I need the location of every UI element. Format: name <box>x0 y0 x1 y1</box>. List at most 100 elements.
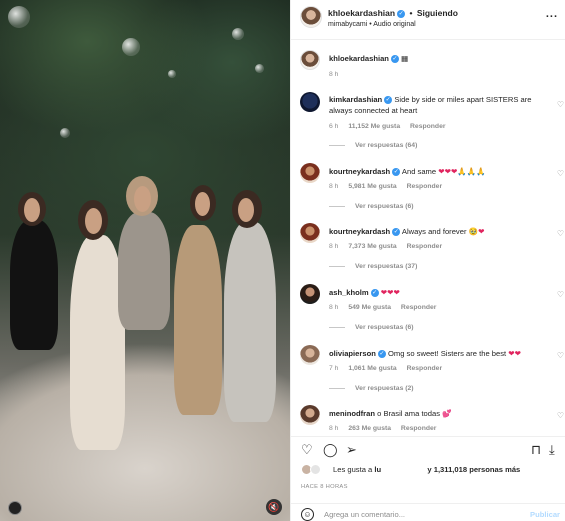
emoji: ❤❤ <box>508 349 522 358</box>
post-details-panel: khloekardashian ✓ • Siguiendo mimabycami … <box>290 0 565 521</box>
person-face <box>134 186 151 212</box>
avatar[interactable] <box>300 405 320 425</box>
verified-icon: ✓ <box>392 168 401 176</box>
replies-label: Ver respuestas (2) <box>355 385 414 392</box>
follow-status-button[interactable]: Siguiendo <box>417 8 458 18</box>
reply-button[interactable]: Responder <box>407 243 443 250</box>
caption-username[interactable]: khloekardashian <box>329 54 389 63</box>
comment-username[interactable]: ash_kholm <box>329 288 369 297</box>
user-tag-icon[interactable] <box>8 501 22 515</box>
heart-icon[interactable]: ♡ <box>557 169 564 178</box>
caption-content: ▦ <box>401 54 409 63</box>
more-icon[interactable]: ... <box>546 8 558 20</box>
person-figure <box>174 225 222 415</box>
post-actions-bar: ♡ ◯ ➢ ⊓ ⤓ <box>291 436 565 462</box>
avatar[interactable] <box>300 284 320 304</box>
audio-link[interactable]: mimabycami • Audio original <box>328 21 416 28</box>
username-link[interactable]: khloekardashian <box>328 8 395 18</box>
bubble-decoration <box>232 28 244 40</box>
avatar[interactable] <box>300 92 320 112</box>
post-timestamp: HACE 8 HORAS <box>301 484 348 490</box>
reply-button[interactable]: Responder <box>407 183 443 190</box>
download-icon[interactable]: ⤓ <box>549 443 555 457</box>
caption-text: khloekardashian ✓ ▦ <box>329 53 546 64</box>
view-replies-button[interactable]: Ver respuestas (6) <box>329 203 414 210</box>
add-comment-bar: ☺ Agrega un comentario... Publicar <box>291 503 565 521</box>
bubble-decoration <box>60 128 70 138</box>
view-replies-button[interactable]: Ver respuestas (37) <box>329 263 417 270</box>
comment-likes[interactable]: 263 Me gusta <box>348 425 391 432</box>
publish-button[interactable]: Publicar <box>530 510 560 519</box>
header-username-row: khloekardashian ✓ • Siguiendo <box>328 8 458 18</box>
comment-likes[interactable]: 7,373 Me gusta <box>348 243 396 250</box>
comment-likes[interactable]: 1,061 Me gusta <box>348 365 396 372</box>
likes-prefix: Les gusta a <box>333 465 373 474</box>
comment-text: kourtneykardash ✓ Always and forever 🥹❤ <box>329 226 546 237</box>
comment-username[interactable]: oliviapierson <box>329 349 376 358</box>
separator: • <box>409 8 413 18</box>
reply-button[interactable]: Responder <box>401 425 437 432</box>
heart-icon[interactable]: ♡ <box>301 443 313 457</box>
bubble-decoration <box>255 64 264 73</box>
avatar[interactable] <box>300 223 320 243</box>
comment-username[interactable]: kimkardashian <box>329 95 382 104</box>
heart-icon[interactable]: ♡ <box>557 290 564 299</box>
liked-by-user[interactable]: lu <box>374 465 381 474</box>
comment-likes[interactable]: 549 Me gusta <box>348 304 391 311</box>
post-photo[interactable]: 🔇 <box>0 0 290 521</box>
bubble-decoration <box>168 70 176 78</box>
volume-muted-icon[interactable]: 🔇 <box>266 499 282 515</box>
reply-button[interactable]: Responder <box>401 304 437 311</box>
replies-label: Ver respuestas (64) <box>355 142 418 149</box>
heart-icon[interactable]: ♡ <box>557 100 564 109</box>
comment-time: 8 h <box>329 243 339 250</box>
replies-label: Ver respuestas (37) <box>355 263 418 270</box>
verified-icon: ✓ <box>392 228 401 236</box>
likes-count[interactable]: y 1,311,018 personas más <box>427 465 520 474</box>
comment-username[interactable]: meninodfran <box>329 409 375 418</box>
comment-input[interactable]: Agrega un comentario... <box>324 510 405 519</box>
comment-icon[interactable]: ◯ <box>323 443 338 457</box>
comment-content: Always and forever <box>401 227 467 236</box>
share-icon[interactable]: ➢ <box>346 443 357 457</box>
heart-icon[interactable]: ♡ <box>557 351 564 360</box>
comment-meta: 8 h 549 Me gusta Responder <box>329 304 444 311</box>
comment-text: oliviapierson ✓ Omg so sweet! Sisters are… <box>329 348 546 359</box>
view-replies-button[interactable]: Ver respuestas (64) <box>329 142 417 149</box>
comment-likes[interactable]: 5,981 Me gusta <box>348 183 396 190</box>
person-figure <box>224 222 276 422</box>
avatar[interactable] <box>300 345 320 365</box>
bookmark-icon[interactable]: ⊓ <box>531 443 541 457</box>
emoji: 💕 <box>442 409 452 418</box>
comment-item: meninodfran o Brasil ama todas 💕 8 h 263… <box>291 405 565 436</box>
view-replies-button[interactable]: Ver respuestas (6) <box>329 324 414 331</box>
avatar[interactable] <box>300 163 320 183</box>
emoji: 🥹❤ <box>468 227 485 236</box>
person-figure <box>70 235 125 450</box>
emoji: ❤❤❤ <box>380 288 400 297</box>
comment-time: 6 h <box>329 123 339 130</box>
heart-icon[interactable]: ♡ <box>557 411 564 420</box>
view-replies-button[interactable]: Ver respuestas (2) <box>329 385 414 392</box>
comment-likes[interactable]: 11,152 Me gusta <box>348 123 400 130</box>
divider <box>329 205 345 207</box>
divider <box>329 265 345 267</box>
person-face <box>85 208 102 234</box>
avatar[interactable] <box>300 50 320 70</box>
verified-icon: ✓ <box>384 96 393 104</box>
person-face <box>195 192 210 216</box>
replies-label: Ver respuestas (6) <box>355 203 414 210</box>
comment-meta: 7 h 1,061 Me gusta Responder <box>329 365 450 372</box>
comment-username[interactable]: kourtneykardash <box>329 227 390 236</box>
comment-text: kourtneykardash ✓ And same ❤❤❤🙏🙏🙏 <box>329 166 546 177</box>
comment-content: Omg so sweet! Sisters are the best <box>387 349 507 358</box>
heart-icon[interactable]: ♡ <box>557 229 564 238</box>
reply-button[interactable]: Responder <box>407 365 443 372</box>
reply-button[interactable]: Responder <box>410 123 446 130</box>
divider <box>329 144 345 146</box>
bubble-decoration <box>122 38 140 56</box>
verified-icon: ✓ <box>370 289 379 297</box>
avatar[interactable] <box>300 6 322 28</box>
emoji-picker-icon[interactable]: ☺ <box>301 508 314 521</box>
comment-username[interactable]: kourtneykardash <box>329 167 390 176</box>
